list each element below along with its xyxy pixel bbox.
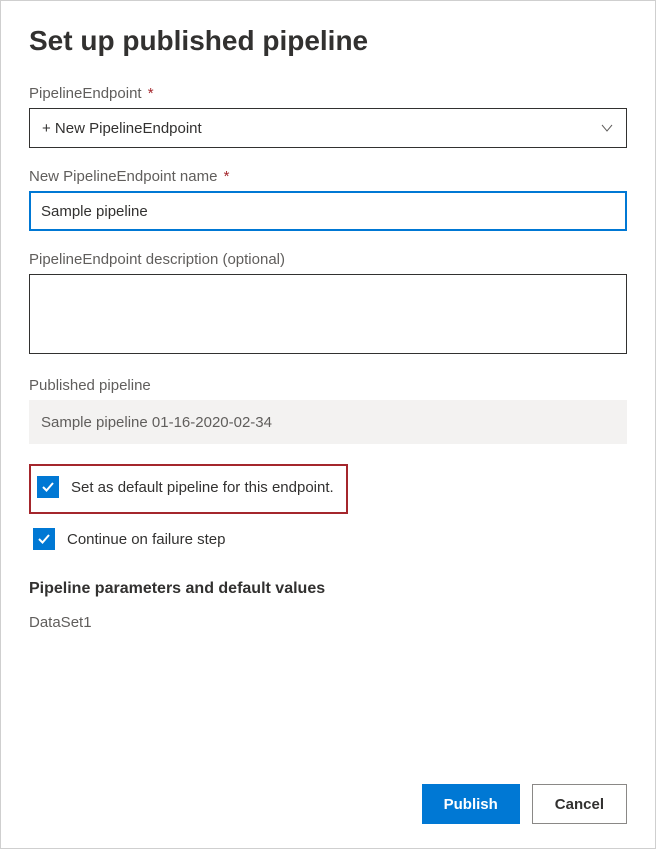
- required-mark: *: [224, 168, 230, 185]
- check-icon: [37, 532, 51, 546]
- endpoint-selected-value: + New PipelineEndpoint: [42, 120, 202, 137]
- endpoint-name-label-text: New PipelineEndpoint name: [29, 168, 217, 185]
- description-textarea[interactable]: [29, 274, 627, 354]
- endpoint-dropdown[interactable]: + New PipelineEndpoint: [29, 108, 627, 148]
- endpoint-label-text: PipelineEndpoint: [29, 85, 142, 102]
- continue-failure-row: Continue on failure step: [29, 522, 627, 556]
- published-pipeline-label: Published pipeline: [29, 377, 627, 394]
- description-label: PipelineEndpoint description (optional): [29, 251, 627, 268]
- endpoint-name-input[interactable]: [29, 191, 627, 231]
- required-mark: *: [148, 85, 154, 102]
- publish-button[interactable]: Publish: [422, 784, 520, 824]
- cancel-button[interactable]: Cancel: [532, 784, 627, 824]
- set-default-row: Set as default pipeline for this endpoin…: [33, 470, 338, 504]
- endpoint-label: PipelineEndpoint *: [29, 85, 627, 102]
- continue-failure-checkbox[interactable]: [33, 528, 55, 550]
- chevron-down-icon: [600, 121, 614, 135]
- published-pipeline-value: Sample pipeline 01-16-2020-02-34: [29, 400, 627, 444]
- footer-actions: Publish Cancel: [422, 784, 627, 824]
- publish-pipeline-panel: Set up published pipeline PipelineEndpoi…: [0, 0, 656, 849]
- endpoint-name-label: New PipelineEndpoint name *: [29, 168, 627, 185]
- continue-failure-label: Continue on failure step: [67, 531, 225, 548]
- set-default-checkbox[interactable]: [37, 476, 59, 498]
- param-item: DataSet1: [29, 614, 627, 631]
- set-default-highlight: Set as default pipeline for this endpoin…: [29, 464, 348, 514]
- panel-title: Set up published pipeline: [29, 25, 627, 57]
- params-section-title: Pipeline parameters and default values: [29, 580, 627, 598]
- check-icon: [41, 480, 55, 494]
- set-default-label: Set as default pipeline for this endpoin…: [71, 479, 334, 496]
